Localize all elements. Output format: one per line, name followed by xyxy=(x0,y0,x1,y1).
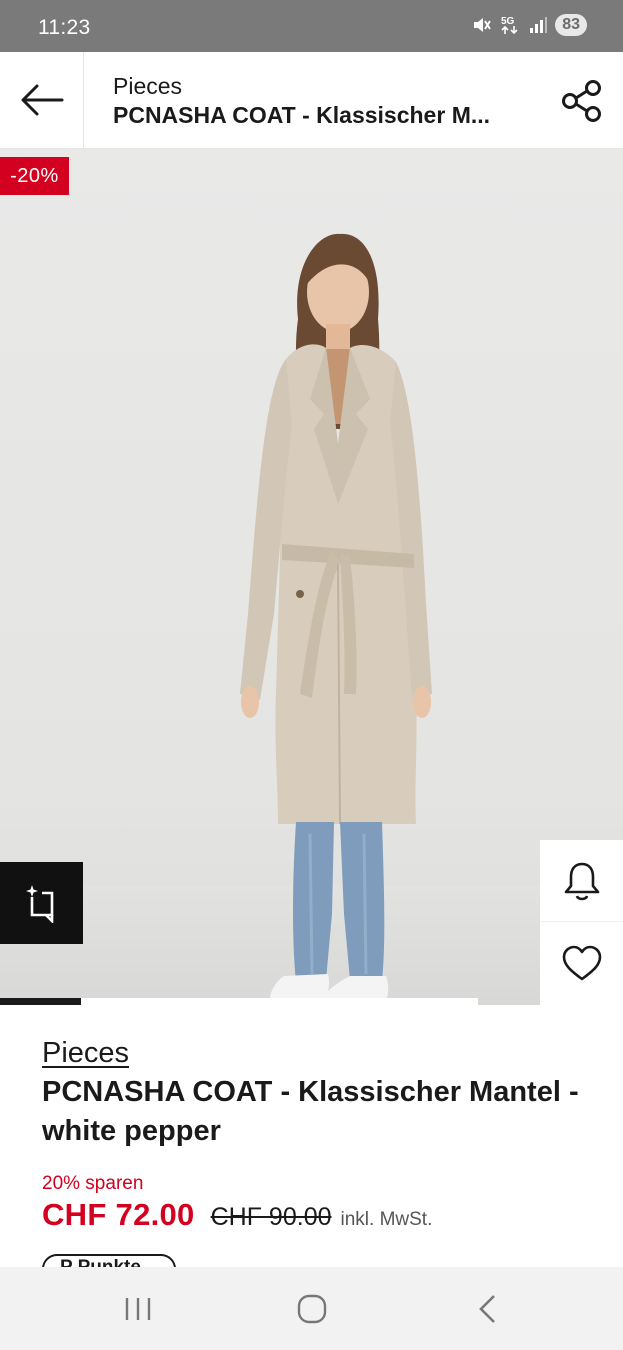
recent-apps-icon xyxy=(125,1297,151,1320)
similar-items-button[interactable] xyxy=(0,862,83,944)
discount-badge: -20% xyxy=(0,157,69,195)
brand-link[interactable]: Pieces xyxy=(42,1035,129,1071)
current-price: CHF 72.00 xyxy=(42,1197,195,1232)
share-button[interactable] xyxy=(559,78,605,124)
recent-apps-button[interactable] xyxy=(88,1267,188,1350)
status-time: 11:23 xyxy=(38,16,91,39)
mute-icon xyxy=(471,15,491,35)
image-action-panel xyxy=(540,840,623,1005)
system-back-button[interactable] xyxy=(437,1267,537,1350)
product-name: PCNASHA COAT - Klassischer Mantel - whit… xyxy=(42,1076,579,1147)
model-photo xyxy=(240,233,432,1005)
carousel-progress xyxy=(0,998,478,1005)
home-icon xyxy=(297,1294,327,1323)
tax-note: inkl. MwSt. xyxy=(340,1209,433,1230)
product-info: Pieces PCNASHA COAT - Klassischer Mantel… xyxy=(42,1035,602,1233)
crop-sparkle-icon xyxy=(25,885,53,923)
header-product-title: PCNASHA COAT - Klassischer M... xyxy=(113,102,491,128)
5g-icon: 5G xyxy=(499,14,521,36)
chevron-left-icon xyxy=(479,1294,495,1323)
arrow-left-icon xyxy=(21,84,63,116)
product-image[interactable] xyxy=(0,149,623,1005)
svg-text:5G: 5G xyxy=(501,16,515,27)
wishlist-button[interactable] xyxy=(540,923,623,1005)
carousel-progress-fill xyxy=(0,998,82,1005)
original-price: CHF 90.00 xyxy=(210,1203,332,1231)
back-button[interactable] xyxy=(0,52,84,148)
savings-text: 20% sparen xyxy=(42,1173,144,1194)
share-icon xyxy=(562,80,601,122)
status-bar: 11:23 5G 83 xyxy=(0,0,623,52)
system-nav-bar xyxy=(0,1267,623,1350)
header-brand: Pieces xyxy=(113,73,183,99)
bell-icon xyxy=(564,862,599,900)
signal-icon xyxy=(529,16,548,34)
notify-button[interactable] xyxy=(540,840,623,922)
battery-icon: 83 xyxy=(555,14,587,36)
header-titles: Pieces PCNASHA COAT - Klassischer M... xyxy=(113,72,533,130)
app-header: Pieces PCNASHA COAT - Klassischer M... xyxy=(0,52,623,149)
status-icons: 5G 83 xyxy=(471,14,587,36)
home-button[interactable] xyxy=(262,1267,362,1350)
heart-icon xyxy=(562,945,601,981)
price-row: CHF 72.00 CHF 90.00 inkl. MwSt. xyxy=(42,1197,602,1233)
